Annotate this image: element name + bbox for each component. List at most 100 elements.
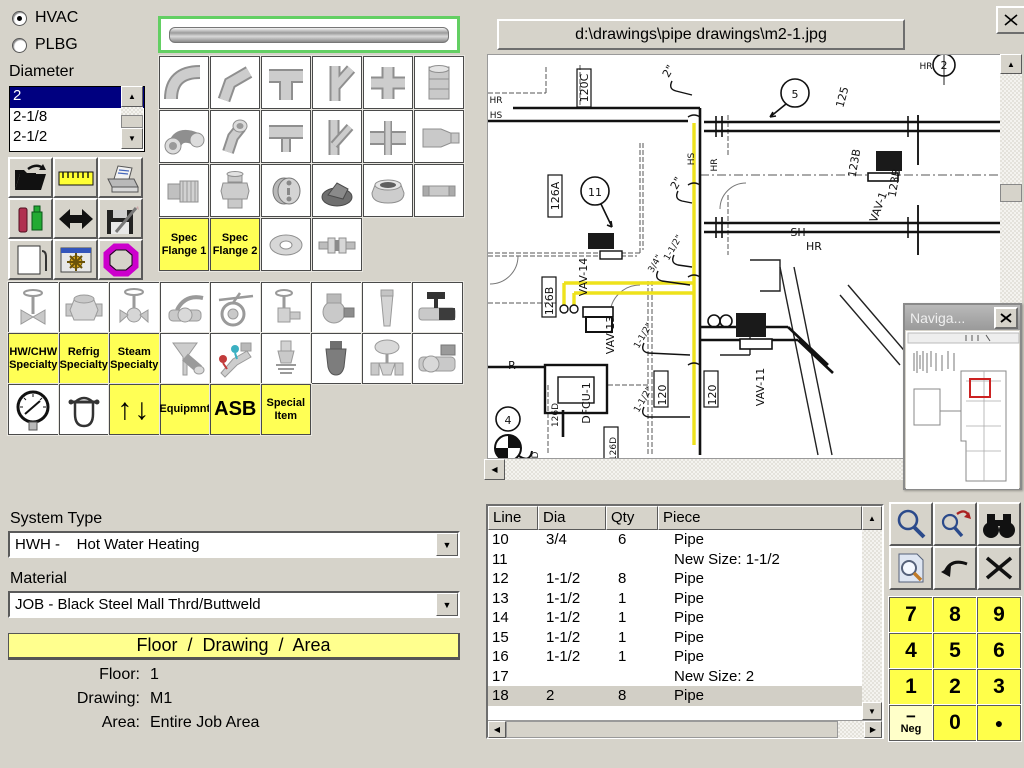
col-line[interactable]: Line [488,506,538,530]
material-dropdown-arrow-icon[interactable]: ▼ [436,593,458,616]
check-valve-2-button[interactable] [311,282,362,333]
gauge-button[interactable] [8,384,59,435]
drawing-scroll-up-icon[interactable]: ▲ [1000,54,1022,74]
drawing-vscroll-thumb[interactable] [1000,184,1022,202]
ball-valve-2-button[interactable] [412,282,463,333]
measure-button[interactable] [53,157,98,198]
refrig-specialty-button[interactable]: RefrigSpecialty [59,333,110,384]
diameter-scrollbar[interactable]: ▲ ▼ [121,86,143,150]
table-hscroll-thumb[interactable] [506,721,838,738]
zoom-button[interactable] [889,502,933,546]
fitting-reducer-button[interactable] [414,110,464,163]
swap-button[interactable] [53,198,98,239]
material-dropdown[interactable]: JOB - Black Steel Mall Thrd/Buttweld ▼ [8,591,460,618]
table-row[interactable]: 141-1/21Pipe [488,608,862,628]
gate-valve-button[interactable] [8,282,59,333]
table-row[interactable]: 151-1/21Pipe [488,628,862,648]
key-6[interactable]: 6 [977,633,1021,669]
key-5[interactable]: 5 [933,633,977,669]
balancing-valve-button[interactable] [210,333,261,384]
fitting-elbow-90-button[interactable] [159,56,209,109]
fitting-reducing-tee-button[interactable] [261,110,311,163]
delete-button[interactable] [977,546,1021,590]
control-valve-button[interactable] [362,333,413,384]
fitting-tee-button[interactable] [261,56,311,109]
table-row[interactable]: 131-1/21Pipe [488,589,862,609]
table-scroll-left-icon[interactable]: ◀ [488,721,506,738]
navigator-thumbnail[interactable] [906,331,1019,489]
special-item-button[interactable]: SpecialItem [261,384,312,435]
key-7[interactable]: 7 [889,597,933,633]
fitting-coupling-button[interactable] [414,56,464,109]
fitting-cross-reducing-button[interactable] [363,110,413,163]
spec-flange-2-button[interactable]: SpecFlange 2 [210,218,260,271]
key-0[interactable]: 0 [933,705,977,741]
equipment-button[interactable]: Equipmnt [160,384,211,435]
ball-valve-button[interactable] [160,282,211,333]
diameter-scroll-down-icon[interactable]: ▼ [121,128,143,149]
wye-strainer-button[interactable] [160,333,211,384]
fitting-socket-elbow-45-button[interactable] [210,110,260,163]
col-piece[interactable]: Piece [658,506,862,530]
valve-stem-button[interactable] [362,282,413,333]
drawing-title-bar[interactable]: d:\drawings\pipe drawings\m2-1.jpg [497,19,905,50]
table-row[interactable]: 103/46Pipe [488,530,862,550]
diameter-scroll-thumb[interactable] [121,115,143,128]
key-2[interactable]: 2 [933,669,977,705]
diameter-scroll-up-icon[interactable]: ▲ [121,86,143,107]
key-3[interactable]: 3 [977,669,1021,705]
asb-button[interactable]: ASB [210,384,261,435]
radio-hvac[interactable]: HVAC [12,9,78,27]
key-4[interactable]: 4 [889,633,933,669]
zoom-refresh-button[interactable] [933,502,977,546]
zoom-page-button[interactable] [889,546,933,590]
system-type-dropdown-arrow-icon[interactable]: ▼ [436,533,458,556]
table-scroll-down-icon[interactable]: ▼ [862,702,882,720]
close-window-button[interactable] [996,6,1024,34]
undo-button[interactable] [933,546,977,590]
navigator-window[interactable]: Naviga... [903,303,1022,490]
fitting-union-button[interactable] [210,164,260,217]
print-button[interactable] [98,157,143,198]
strainer-button[interactable] [311,333,362,384]
hw-chw-specialty-button[interactable]: HW/CHWSpecialty [8,333,59,384]
radio-hvac-circle[interactable] [12,11,27,26]
prv-button[interactable] [261,333,312,384]
fitting-elbow-45-button[interactable] [210,56,260,109]
open-job-button[interactable] [8,157,53,198]
table-scroll-right-icon[interactable]: ▶ [864,721,882,738]
globe-valve-button[interactable] [109,282,160,333]
key-9[interactable]: 9 [977,597,1021,633]
table-row[interactable]: 17New Size: 2 [488,667,862,687]
save-button[interactable] [98,198,143,239]
key-negative[interactable]: − Neg [889,705,933,741]
table-row[interactable]: 11New Size: 1-1/2 [488,550,862,570]
steam-specialty-button[interactable]: SteamSpecialty [109,333,160,384]
fitting-cap-button[interactable] [312,164,362,217]
check-valve-button[interactable] [59,282,110,333]
floor-drawing-area-button[interactable]: Floor / Drawing / Area [8,633,460,660]
table-row-selected[interactable]: 1828Pipe [488,686,862,706]
fitting-wye-button[interactable] [312,56,362,109]
takeoff-list[interactable]: Line Dia Qty Piece ▲ 103/46Pipe 11New Si… [486,504,884,739]
riser-button[interactable]: ↑↓ [109,384,160,435]
drawing-scroll-left-icon[interactable]: ◀ [484,459,505,480]
butterfly-valve-button[interactable] [210,282,261,333]
system-type-dropdown[interactable]: HWH - Hot Water Heating ▼ [8,531,460,558]
table-hscrollbar[interactable]: ◀ ▶ [488,720,882,738]
insulation-button[interactable] [98,239,143,280]
fitting-lateral-button[interactable] [312,110,362,163]
table-vscrollbar[interactable]: ▼ [862,530,882,720]
col-qty[interactable]: Qty [606,506,658,530]
radio-plbg-circle[interactable] [12,38,27,53]
fitting-nipple-button[interactable] [414,164,464,217]
angle-valve-button[interactable] [261,282,312,333]
fitting-gasket-button[interactable] [261,218,311,271]
fitting-thread-adapter-button[interactable] [159,164,209,217]
table-scroll-up-icon[interactable]: ▲ [862,506,882,530]
markers-button[interactable] [8,198,53,239]
fitting-dielectric-union-button[interactable] [312,218,362,271]
table-row[interactable]: 121-1/28Pipe [488,569,862,589]
options-button[interactable] [53,239,98,280]
ball-valve-3-button[interactable] [412,333,463,384]
